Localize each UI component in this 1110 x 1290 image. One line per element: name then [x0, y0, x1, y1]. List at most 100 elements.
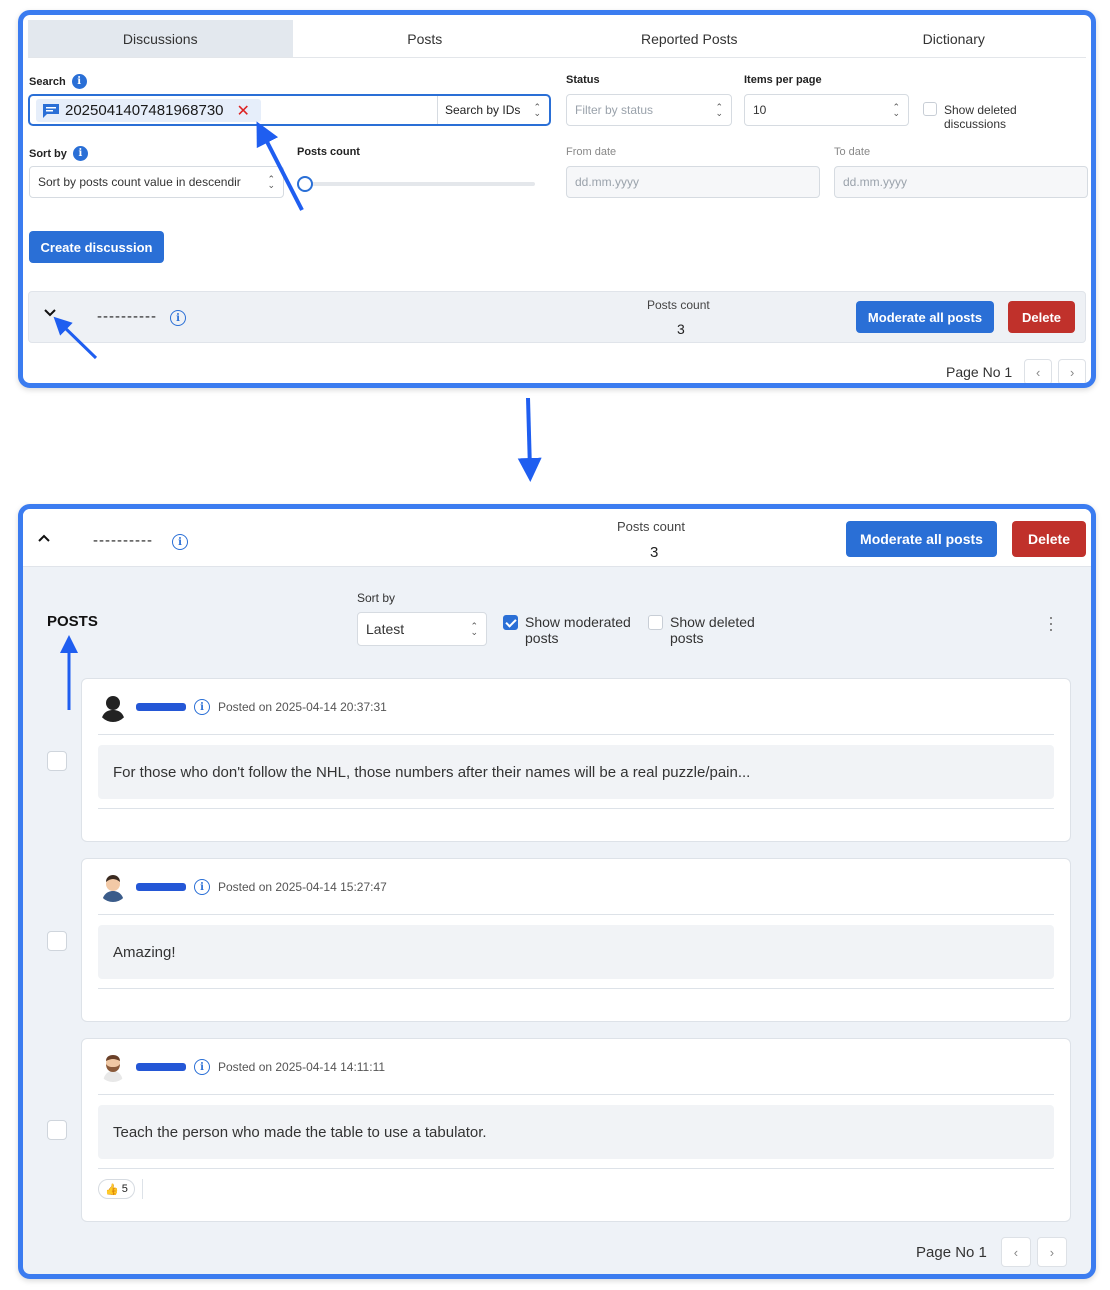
discussion-row[interactable]: ---------- i Posts count 3 Moderate all …	[28, 291, 1086, 343]
posts-count-value: 3	[650, 544, 659, 561]
info-icon[interactable]: i	[194, 1059, 210, 1075]
moderate-all-posts-button[interactable]: Moderate all posts	[856, 301, 994, 333]
discussion-title: ----------	[97, 308, 157, 325]
info-icon[interactable]: i	[194, 699, 210, 715]
more-options-icon[interactable]: · · ·	[1048, 608, 1054, 638]
post-text: For those who don't follow the NHL, thos…	[98, 745, 1054, 799]
chevron-down-icon[interactable]	[43, 306, 57, 323]
updown-icon: ⌃ ⌄	[267, 174, 275, 190]
create-discussion-button[interactable]: Create discussion	[29, 231, 164, 263]
post-card: i Posted on 2025-04-14 14:11:11 Teach th…	[81, 1038, 1071, 1222]
status-label-text: Status	[566, 74, 600, 86]
chevron-right-icon[interactable]: ›	[1058, 359, 1087, 383]
to-date-label: To date	[834, 146, 870, 158]
post-card: i Posted on 2025-04-14 20:37:31 For thos…	[81, 678, 1071, 842]
delete-button[interactable]: Delete	[1008, 301, 1075, 333]
search-input[interactable]: 2025041407481968730 ✕ Search by IDs ⌃ ⌄	[28, 94, 551, 126]
pagination: Page No 1 ‹ ›	[946, 359, 1087, 383]
divider	[98, 914, 1054, 915]
items-per-page-value: 10	[753, 103, 767, 117]
posts-sort-label: Sort by	[357, 591, 396, 605]
status-select[interactable]: Filter by status ⌃ ⌄	[566, 94, 732, 126]
from-date-input[interactable]: dd.mm.yyyy	[566, 166, 820, 198]
post-card: i Posted on 2025-04-14 15:27:47 Amazing!	[81, 858, 1071, 1022]
posts-sort-select[interactable]: Latest ⌃ ⌄	[357, 612, 487, 646]
page-number: Page No 1	[916, 1243, 987, 1261]
search-chip: 2025041407481968730 ✕	[36, 99, 261, 122]
tab-bar: Discussions Posts Reported Posts Diction…	[28, 20, 1086, 58]
show-deleted-posts-checkbox[interactable]	[648, 615, 663, 630]
reaction-count: 5	[121, 1183, 128, 1195]
divider	[98, 808, 1054, 809]
reaction-badge[interactable]: 👍 5	[98, 1179, 135, 1199]
updown-icon: ⌃ ⌄	[892, 102, 900, 118]
post-date: Posted on 2025-04-14 14:11:11	[218, 1060, 386, 1074]
to-date-placeholder: dd.mm.yyyy	[843, 175, 908, 189]
delete-button[interactable]: Delete	[1012, 521, 1086, 557]
search-mode-select[interactable]: Search by IDs ⌃ ⌄	[437, 96, 549, 124]
tab-posts[interactable]: Posts	[293, 20, 558, 57]
posts-count-filter-label-text: Posts count	[297, 146, 360, 158]
tab-dictionary[interactable]: Dictionary	[822, 20, 1087, 57]
tab-reported-posts[interactable]: Reported Posts	[557, 20, 822, 57]
chevron-left-icon[interactable]: ‹	[1000, 1237, 1031, 1267]
status-label: Status	[566, 74, 600, 86]
posts-section-title: POSTS	[47, 613, 98, 630]
info-icon[interactable]: i	[72, 146, 88, 161]
items-per-page-label: Items per page	[744, 74, 822, 86]
redacted-username	[136, 883, 186, 891]
posts-count-value: 3	[677, 321, 685, 337]
updown-icon: ⌃ ⌄	[715, 102, 723, 118]
thumbs-up-icon: 👍	[105, 1183, 119, 1196]
post-header: i Posted on 2025-04-14 20:37:31	[98, 691, 387, 723]
sort-select[interactable]: Sort by posts count value in descendir ⌃…	[29, 166, 284, 198]
discussions-panel: Discussions Posts Reported Posts Diction…	[18, 10, 1096, 388]
sort-value: Sort by posts count value in descendir	[38, 175, 241, 189]
discussion-title: ----------	[93, 532, 153, 549]
post-select-checkbox[interactable]	[47, 931, 67, 951]
post-date: Posted on 2025-04-14 20:37:31	[218, 700, 387, 714]
to-date-label-text: To date	[834, 146, 871, 158]
post-date: Posted on 2025-04-14 15:27:47	[218, 880, 387, 894]
show-moderated-checkbox[interactable]	[503, 615, 518, 630]
to-date-input[interactable]: dd.mm.yyyy	[834, 166, 1088, 198]
chevron-left-icon[interactable]: ‹	[1024, 359, 1053, 383]
post-select-checkbox[interactable]	[47, 751, 67, 771]
sort-label: Sort by	[29, 147, 67, 160]
from-date-label-text: From date	[566, 146, 617, 158]
search-label-group: Search i	[29, 74, 87, 89]
redacted-username	[136, 1063, 186, 1071]
items-per-page-select[interactable]: 10 ⌃ ⌄	[744, 94, 909, 126]
annotation-arrow	[517, 397, 542, 482]
redacted-username	[136, 703, 186, 711]
divider	[98, 1168, 1054, 1169]
tab-discussions[interactable]: Discussions	[28, 20, 293, 57]
info-icon[interactable]: i	[170, 310, 186, 326]
discussion-expanded-panel: ---------- i Posts count 3 Moderate all …	[18, 504, 1096, 1279]
moderate-all-posts-button[interactable]: Moderate all posts	[846, 521, 997, 557]
close-icon[interactable]: ✕	[237, 101, 250, 121]
posts-count-slider-track[interactable]	[303, 182, 535, 186]
info-icon[interactable]: i	[172, 534, 188, 550]
posts-count-slider-handle[interactable]	[297, 176, 313, 192]
bearded-man-avatar	[98, 1052, 128, 1082]
updown-icon: ⌃ ⌄	[533, 102, 541, 118]
page-number: Page No 1	[946, 364, 1013, 380]
posts-count-filter-label: Posts count	[297, 146, 360, 158]
search-chip-value: 2025041407481968730	[65, 102, 224, 119]
info-icon[interactable]: i	[194, 879, 210, 895]
search-label: Search	[29, 75, 66, 88]
divider	[98, 734, 1054, 735]
status-placeholder: Filter by status	[575, 103, 654, 117]
updown-icon: ⌃ ⌄	[470, 621, 478, 637]
chevron-up-icon[interactable]	[37, 531, 51, 548]
posts-count-label: Posts count	[617, 519, 685, 534]
chevron-right-icon[interactable]: ›	[1036, 1237, 1067, 1267]
discussion-row-expanded[interactable]: ---------- i Posts count 3 Moderate all …	[23, 509, 1091, 567]
posts-sort-value: Latest	[366, 621, 405, 637]
divider	[98, 988, 1054, 989]
post-select-checkbox[interactable]	[47, 1120, 67, 1140]
show-deleted-checkbox[interactable]	[923, 102, 937, 116]
post-header: i Posted on 2025-04-14 14:11:11	[98, 1051, 385, 1083]
info-icon[interactable]: i	[71, 74, 87, 89]
